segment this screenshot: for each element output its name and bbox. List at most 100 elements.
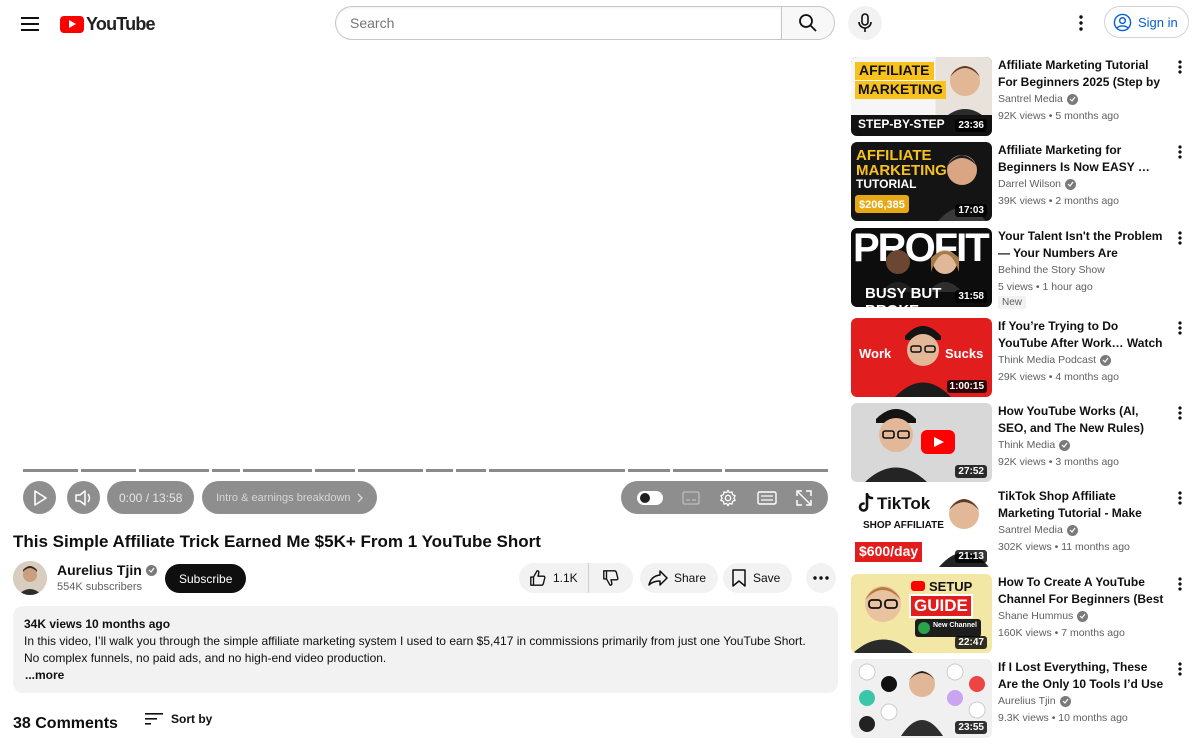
channel-avatar[interactable] xyxy=(13,561,47,595)
channel-name[interactable]: Santrel Media xyxy=(998,93,1078,105)
video-options-button[interactable] xyxy=(1175,230,1185,246)
recommendation-item[interactable]: AFFILIATE MARKETING TUTORIAL $206,385 17… xyxy=(851,142,1191,222)
video-title[interactable]: How YouTube Works (AI, SEO, and The New … xyxy=(998,403,1166,437)
sort-comments-button[interactable]: Sort by xyxy=(145,712,212,726)
fullscreen-icon[interactable] xyxy=(796,489,812,506)
channel-name[interactable]: Aurelius Tjin xyxy=(57,562,157,578)
like-count: 1.1K xyxy=(553,571,578,585)
menu-button[interactable] xyxy=(14,8,46,40)
recommendation-item[interactable]: SETUP GUIDE New Channel 22:47 How To Cre… xyxy=(851,574,1191,654)
play-icon xyxy=(33,489,47,506)
thumbnail-text: TikTok xyxy=(877,494,931,513)
dislike-button[interactable] xyxy=(589,563,633,593)
video-options-button[interactable] xyxy=(1175,576,1185,592)
more-actions-button[interactable] xyxy=(806,563,836,593)
search-button[interactable] xyxy=(781,6,835,40)
video-options-button[interactable] xyxy=(1175,490,1185,506)
chapter-segment[interactable] xyxy=(456,469,486,472)
new-badge: New xyxy=(998,296,1027,309)
chapter-segment[interactable] xyxy=(358,469,423,472)
video-player[interactable] xyxy=(13,48,838,518)
video-duration: 31:58 xyxy=(955,290,987,303)
horizontal-dots-icon xyxy=(813,576,829,580)
video-duration: 23:55 xyxy=(955,721,987,734)
share-button[interactable]: Share xyxy=(640,563,719,593)
recommendation-item[interactable]: AFFILIATE MARKETING STEP-BY-STEP 23:36 A… xyxy=(851,57,1191,137)
youtube-logo[interactable]: YouTube xyxy=(60,12,156,36)
channel-name[interactable]: Shane Hummus xyxy=(998,610,1089,622)
video-title[interactable]: If I Lost Everything, These Are the Only… xyxy=(998,659,1166,693)
recommendation-item[interactable]: PROFIT BUSY BUT BROKE 31:58 Your Talent … xyxy=(851,228,1191,309)
recommendation-item[interactable]: 23:55 If I Lost Everything, These Are th… xyxy=(851,659,1191,739)
chapter-segment[interactable] xyxy=(673,469,722,472)
presenter-face-icon xyxy=(943,66,987,119)
channel-name[interactable]: Darrel Wilson xyxy=(998,178,1077,190)
like-button[interactable]: 1.1K xyxy=(519,563,589,593)
play-button[interactable] xyxy=(23,481,56,514)
video-thumbnail[interactable]: AFFILIATE MARKETING STEP-BY-STEP 23:36 xyxy=(851,57,992,136)
chapter-segment[interactable] xyxy=(315,469,355,472)
video-title[interactable]: TikTok Shop Affiliate Marketing Tutorial… xyxy=(998,488,1166,522)
video-options-button[interactable] xyxy=(1175,405,1185,421)
player-right-controls xyxy=(621,481,828,514)
recommendation-item[interactable]: Work Sucks 1:00:15 If You’re Trying to D… xyxy=(851,318,1191,398)
video-thumbnail[interactable]: 23:55 xyxy=(851,659,992,738)
video-thumbnail[interactable]: TikTok SHOP AFFILIATE $600/day 21:13 xyxy=(851,488,992,567)
volume-button[interactable] xyxy=(67,481,100,514)
settings-gear-icon[interactable] xyxy=(719,489,737,507)
channel-name[interactable]: Think Media xyxy=(998,439,1071,451)
chapter-segment[interactable] xyxy=(426,469,453,472)
vertical-dots-icon xyxy=(1178,60,1182,74)
show-more-link[interactable]: ...more xyxy=(25,667,827,684)
video-duration: 1:00:15 xyxy=(946,380,987,393)
chapter-segment[interactable] xyxy=(212,469,240,472)
video-title[interactable]: Your Talent Isn't the Problem — Your Num… xyxy=(998,228,1166,262)
chapter-segment[interactable] xyxy=(725,469,828,472)
user-account-icon xyxy=(1113,13,1132,31)
verified-badge-icon xyxy=(1066,524,1078,536)
chapter-segment[interactable] xyxy=(23,469,78,472)
video-meta: 92K views • 5 months ago xyxy=(998,110,1119,122)
voice-search-button[interactable] xyxy=(848,6,882,40)
video-title[interactable]: Affiliate Marketing for Beginners Is Now… xyxy=(998,142,1166,176)
youtube-play-logo-icon xyxy=(911,581,925,591)
recommendation-item[interactable]: 27:52 How YouTube Works (AI, SEO, and Th… xyxy=(851,403,1191,483)
autoplay-toggle[interactable] xyxy=(636,490,663,505)
chapter-segment[interactable] xyxy=(139,469,209,472)
video-options-button[interactable] xyxy=(1175,320,1185,336)
sign-in-button[interactable]: Sign in xyxy=(1104,6,1189,38)
subscribe-button[interactable]: Subscribe xyxy=(165,564,247,593)
chapter-button[interactable]: Intro & earnings breakdown xyxy=(202,481,377,514)
channel-name[interactable]: Behind the Story Show xyxy=(998,264,1105,276)
video-title[interactable]: Affiliate Marketing Tutorial For Beginne… xyxy=(998,57,1166,91)
channel-name[interactable]: Santrel Media xyxy=(998,524,1078,536)
video-thumbnail[interactable]: SETUP GUIDE New Channel 22:47 xyxy=(851,574,992,653)
search-input[interactable] xyxy=(335,6,781,40)
description-box[interactable]: 34K views 10 months ago In this video, I… xyxy=(13,606,838,693)
video-options-button[interactable] xyxy=(1175,59,1185,75)
chapter-segment[interactable] xyxy=(243,469,312,472)
channel-name[interactable]: Aurelius Tjin xyxy=(998,695,1071,707)
video-thumbnail[interactable]: 27:52 xyxy=(851,403,992,482)
progress-bar[interactable] xyxy=(23,469,828,472)
video-thumbnail[interactable]: PROFIT BUSY BUT BROKE 31:58 xyxy=(851,228,992,307)
video-title[interactable]: How To Create A YouTube Channel For Begi… xyxy=(998,574,1166,608)
channel-label: Think Media xyxy=(998,439,1056,451)
subtitles-icon[interactable] xyxy=(682,490,700,505)
thumbnail-text: Work xyxy=(859,346,892,361)
chapter-segment[interactable] xyxy=(628,469,670,472)
chapter-segment[interactable] xyxy=(81,469,136,472)
video-title[interactable]: If You’re Trying to Do YouTube After Wor… xyxy=(998,318,1166,352)
save-button[interactable]: Save xyxy=(723,563,793,593)
video-duration: 22:47 xyxy=(955,636,987,649)
theater-mode-icon[interactable] xyxy=(757,490,777,505)
recommendation-item[interactable]: TikTok SHOP AFFILIATE $600/day 21:13 Tik… xyxy=(851,488,1191,568)
channel-name[interactable]: Think Media Podcast xyxy=(998,354,1112,366)
video-thumbnail[interactable]: Work Sucks 1:00:15 xyxy=(851,318,992,397)
settings-more-button[interactable] xyxy=(1066,8,1096,38)
video-thumbnail[interactable]: AFFILIATE MARKETING TUTORIAL $206,385 17… xyxy=(851,142,992,221)
chapter-title: Intro & earnings breakdown xyxy=(216,491,351,504)
video-options-button[interactable] xyxy=(1175,661,1185,677)
video-options-button[interactable] xyxy=(1175,144,1185,160)
chapter-segment[interactable] xyxy=(489,469,625,472)
